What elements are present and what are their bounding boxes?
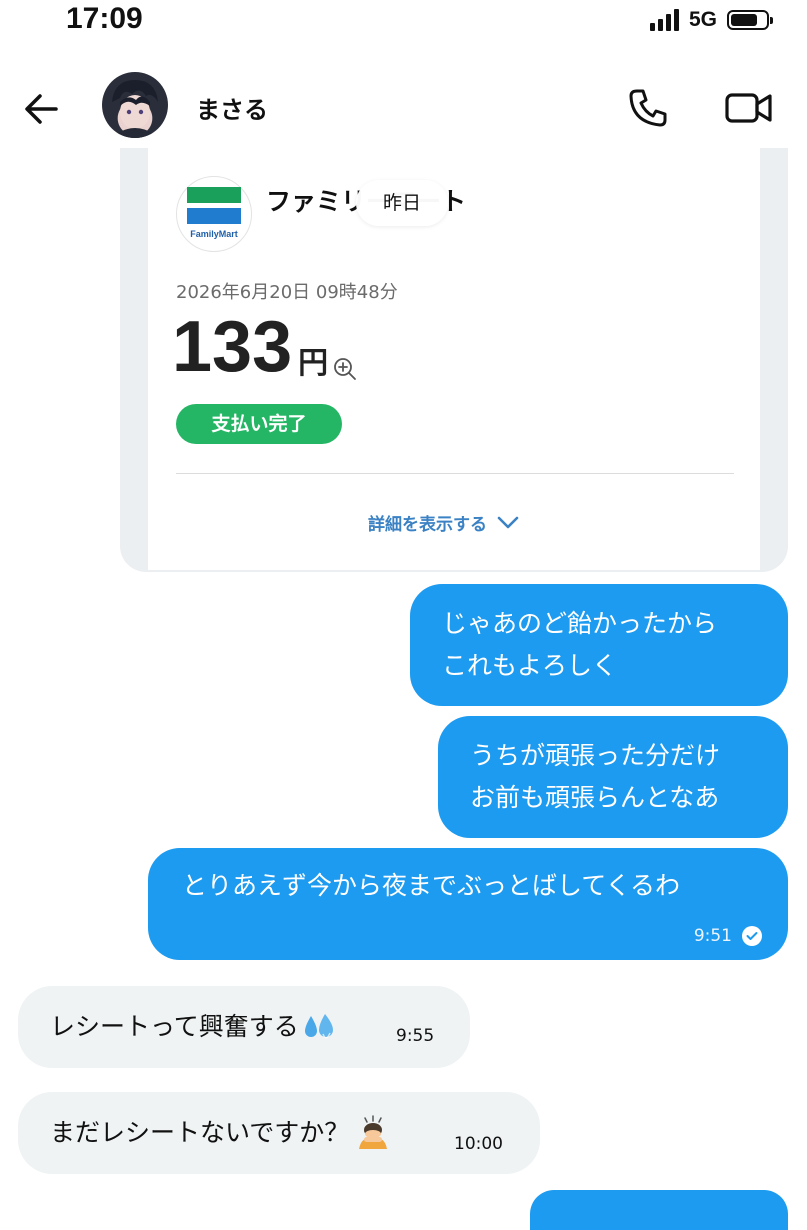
phone-icon [629,89,667,127]
message-time: 9:55 [396,1026,435,1046]
amount-unit: 円 [298,346,329,381]
incoming-message[interactable]: まだレシートないですか？ 10:00 [18,1092,540,1174]
outgoing-message[interactable]: じゃあのど飴かったから これもよろしく [410,584,788,706]
status-bar: 17:09 5G [0,0,807,40]
contact-name[interactable]: まさる [196,90,268,125]
receipt-divider [176,473,734,474]
message-line: じゃあのど飴かったから [442,609,718,638]
outgoing-message[interactable]: うちが頑張った分だけ お前も頑張らんとなあ [438,716,788,838]
message-text: レシートって興奮する [50,1012,299,1041]
video-camera-icon [725,93,772,123]
status-time: 17:09 [66,2,143,35]
receipt-amount: 133 円 [172,306,358,388]
avatar[interactable] [102,72,168,138]
show-details-link[interactable]: 詳細を表示する [368,510,519,535]
payment-status-badge: 支払い完了 [176,404,342,444]
chevron-down-icon [497,516,519,528]
message-line: うちが頑張った分だけ [470,741,721,770]
sweat-droplets-icon [304,1014,333,1039]
message-text: とりあえず今から夜までぶっとばしてくるわ [182,871,681,900]
signal-icon [649,9,679,31]
battery-icon [727,10,773,30]
message-content: レシートって興奮する [50,1006,337,1048]
zoom-in-icon[interactable] [332,356,358,382]
message-text: まだレシートないですか？ [50,1118,350,1147]
logo-green-stripe [187,187,241,203]
message-line: お前も頑張らんとなあ [470,783,720,812]
read-check-icon [742,926,762,946]
logo-blue-stripe [187,208,241,224]
outgoing-message-partial[interactable] [530,1190,788,1230]
message-meta: 9:51 [694,926,762,946]
message-time: 9:51 [693,926,732,946]
outgoing-message[interactable]: とりあえず今から夜までぶっとばしてくるわ 9:51 [148,848,788,960]
network-type: 5G [688,8,717,31]
amount-value: 133 [172,307,293,387]
message-time: 10:00 [454,1134,503,1154]
video-call-button[interactable] [724,86,774,130]
avatar-image [112,80,158,138]
receipt-datetime: 2026年6月20日 09時48分 [176,282,398,303]
back-button[interactable] [20,88,62,130]
date-separator-chip: 昨日 [356,180,448,226]
voice-call-button[interactable] [626,86,670,130]
back-arrow-icon [25,94,58,124]
show-details-label: 詳細を表示する [368,515,487,535]
message-content: まだレシートないですか？ [50,1112,391,1154]
status-indicators: 5G [649,8,773,32]
familymart-logo: FamilyMart [176,176,252,252]
incoming-message[interactable]: レシートって興奮する 9:55 [18,986,470,1068]
logo-text: FamilyMart [190,229,238,239]
bowing-person-icon [359,1115,388,1149]
message-line: これもよろしく [442,651,618,680]
chat-header: まさる [0,68,807,148]
